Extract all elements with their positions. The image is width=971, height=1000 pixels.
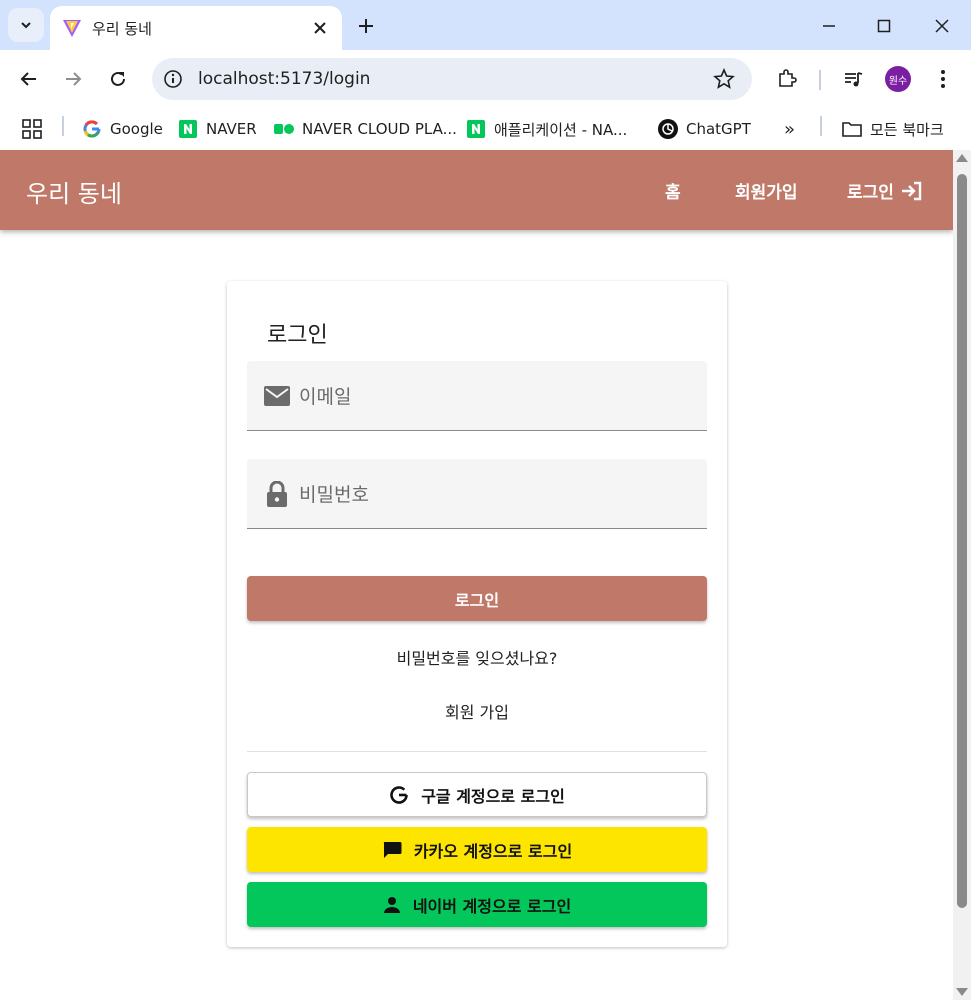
password-placeholder: 비밀번호 <box>299 484 369 506</box>
toolbar-separator <box>819 70 821 90</box>
apps-grid-icon <box>22 119 42 139</box>
google-icon <box>390 785 408 804</box>
arrow-right-icon <box>66 72 82 86</box>
page-viewport: 우리 동네 홈 회원가입 로그인 로그인 이메일 비밀번호 로그인 비밀번호를 … <box>0 150 953 1000</box>
nav-signup-button[interactable]: 회원가입 <box>735 178 798 203</box>
bookmark-google[interactable]: Google <box>82 114 163 144</box>
bookmarks-overflow-button[interactable]: » <box>784 114 795 144</box>
bookmark-star-icon[interactable] <box>712 67 736 91</box>
email-placeholder: 이메일 <box>299 386 352 408</box>
signup-link[interactable]: 회원 가입 <box>247 699 707 723</box>
puzzle-icon <box>779 69 797 87</box>
folder-icon <box>842 119 862 139</box>
login-submit-button[interactable]: 로그인 <box>247 576 707 621</box>
vite-icon <box>63 20 81 37</box>
site-info-icon[interactable] <box>162 68 184 90</box>
bookmark-naver-cloud[interactable]: NAVER CLOUD PLA... <box>274 114 457 144</box>
apps-button[interactable] <box>22 114 42 144</box>
email-field[interactable]: 이메일 <box>247 361 707 431</box>
scroll-thumb[interactable] <box>957 174 967 908</box>
naver-icon <box>178 119 198 139</box>
media-control-button[interactable] <box>838 64 868 94</box>
bookmark-naver[interactable]: NAVER <box>178 114 257 144</box>
password-field[interactable]: 비밀번호 <box>247 459 707 529</box>
arrow-left-icon <box>20 72 36 86</box>
chatgpt-icon <box>658 119 678 139</box>
naver-login-label: 네이버 계정으로 로그인 <box>412 896 572 916</box>
login-icon <box>901 181 922 200</box>
tab-strip: 우리 동네 <box>0 0 971 50</box>
scroll-down-arrow[interactable] <box>956 988 968 996</box>
new-tab-button[interactable] <box>352 12 380 40</box>
reload-button[interactable] <box>103 64 133 94</box>
nav-login-label: 로그인 <box>847 183 894 203</box>
lock-icon <box>263 480 291 508</box>
close-window-button[interactable] <box>926 10 958 42</box>
reload-icon <box>111 71 125 86</box>
forward-button[interactable] <box>58 64 88 94</box>
tab-search-button[interactable] <box>8 8 44 42</box>
bookmark-label: ChatGPT <box>686 120 751 138</box>
login-title: 로그인 <box>267 323 328 348</box>
browser-toolbar: localhost:5173/login 원수 <box>0 50 971 108</box>
minimize-icon <box>823 25 835 27</box>
tab-close-button[interactable] <box>308 16 332 40</box>
bookmark-label: Google <box>110 120 163 138</box>
bookmark-naver-app[interactable]: 애플리케이션 - NA... <box>466 114 627 144</box>
tab-title: 우리 동네 <box>92 19 152 38</box>
nav-home-button[interactable]: 홈 <box>665 178 681 203</box>
app-brand[interactable]: 우리 동네 <box>26 174 122 209</box>
app-header: 우리 동네 홈 회원가입 로그인 <box>0 150 953 230</box>
all-bookmarks[interactable]: 모든 북마크 <box>842 114 944 144</box>
all-bookmarks-label: 모든 북마크 <box>870 120 944 139</box>
back-button[interactable] <box>14 64 44 94</box>
chat-bubble-icon <box>383 841 402 858</box>
browser-menu-button[interactable] <box>928 64 958 94</box>
bookmark-label: NAVER <box>206 120 257 138</box>
kakao-login-label: 카카오 계정으로 로그인 <box>413 841 573 861</box>
scroll-up-arrow[interactable] <box>956 154 968 162</box>
maximize-icon <box>877 19 891 33</box>
bookmarks-separator <box>62 116 64 136</box>
browser-tab[interactable]: 우리 동네 <box>50 6 342 50</box>
google-login-button[interactable]: 구글 계정으로 로그인 <box>247 772 707 817</box>
more-vertical-icon <box>941 70 945 88</box>
playlist-music-icon <box>845 72 863 87</box>
naver-icon <box>466 119 486 139</box>
minimize-button[interactable] <box>813 10 845 42</box>
close-icon <box>935 19 949 33</box>
person-icon <box>383 896 400 913</box>
bookmark-chatgpt[interactable]: ChatGPT <box>658 114 751 144</box>
naver-login-button[interactable]: 네이버 계정으로 로그인 <box>247 882 707 927</box>
plus-icon <box>359 19 373 33</box>
bookmarks-separator <box>820 116 822 136</box>
extensions-button[interactable] <box>772 64 802 94</box>
naver-cloud-icon <box>274 119 294 139</box>
forgot-password-link[interactable]: 비밀번호를 잊으셨나요? <box>247 645 707 669</box>
address-bar[interactable]: localhost:5173/login <box>152 58 752 100</box>
google-icon <box>82 119 102 139</box>
nav-login-button[interactable]: 로그인 <box>847 178 922 203</box>
maximize-button[interactable] <box>868 10 900 42</box>
close-icon <box>314 22 326 34</box>
google-login-label: 구글 계정으로 로그인 <box>421 786 565 806</box>
divider <box>247 751 707 752</box>
email-icon <box>263 382 291 410</box>
browser-window: 우리 동네 localhost:5173/login 원수 Google NAV… <box>0 0 971 1000</box>
bookmark-label: NAVER CLOUD PLA... <box>302 120 457 138</box>
kakao-login-button[interactable]: 카카오 계정으로 로그인 <box>247 827 707 872</box>
bookmarks-bar: Google NAVER NAVER CLOUD PLA... 애플리케이션 -… <box>0 108 971 150</box>
profile-avatar[interactable]: 원수 <box>885 66 911 92</box>
page-scrollbar[interactable] <box>953 150 971 1000</box>
chevron-down-icon <box>21 22 31 29</box>
bookmark-label: 애플리케이션 - NA... <box>494 120 628 139</box>
login-card: 로그인 이메일 비밀번호 로그인 비밀번호를 잊으셨나요? 회원 가입 구글 계… <box>227 281 727 947</box>
url-text[interactable]: localhost:5173/login <box>198 69 712 89</box>
